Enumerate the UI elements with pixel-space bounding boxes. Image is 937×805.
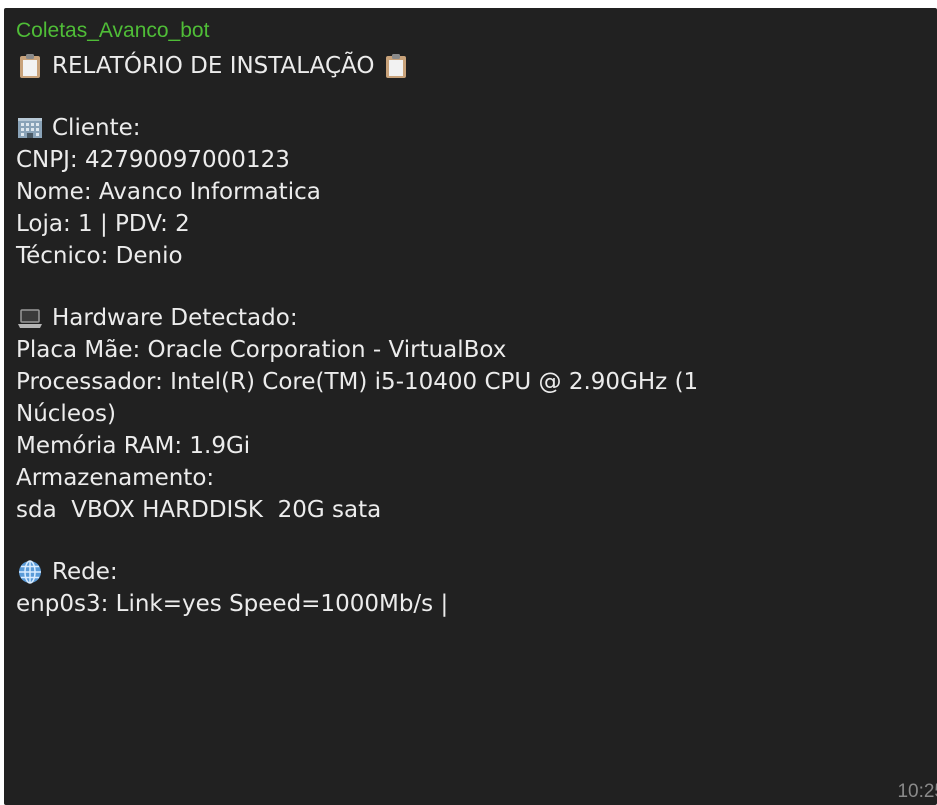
clipboard-icon [386,54,407,78]
client-heading: Cliente: [16,112,937,144]
globe-icon [19,560,41,584]
message-time: 10:25 [897,781,937,802]
office-building-icon [18,118,42,138]
network-interface-line: enp0s3: Link=yes Speed=1000Mb/s | [16,591,449,617]
network-heading: Rede: [16,556,937,588]
processor-line: Processador: Intel(R) Core(TM) i5-10400 … [16,369,699,395]
motherboard-line: Placa Mãe: Oracle Corporation - VirtualB… [16,337,507,363]
hardware-heading-text: Hardware Detectado: [52,305,298,331]
sender-name[interactable]: Coletas_Avanco_bot [16,16,937,46]
storage-value: sda VBOX HARDDISK 20G sata [16,497,382,523]
technician-line: Técnico: Denio [16,243,183,269]
network-heading-text: Rede: [52,559,118,585]
client-name-line: Nome: Avanco Informatica [16,179,321,205]
store-pdv-line: Loja: 1 | PDV: 2 [16,211,190,237]
hardware-heading: Hardware Detectado: [16,302,937,334]
client-heading-text: Cliente: [52,115,141,141]
clipboard-icon [20,54,40,78]
storage-label: Armazenamento: [16,465,215,491]
report-title-text: RELATÓRIO DE INSTALAÇÃO [52,53,375,79]
ram-line: Memória RAM: 1.9Gi [16,433,251,459]
report-title: RELATÓRIO DE INSTALAÇÃO [16,50,937,82]
laptop-icon [18,309,42,328]
cnpj-line: CNPJ: 42790097000123 [16,147,290,173]
processor-line-continued: Núcleos) [16,401,116,427]
message-bubble[interactable]: Coletas_Avanco_bot RELATÓRIO DE INSTALAÇ… [4,8,937,805]
